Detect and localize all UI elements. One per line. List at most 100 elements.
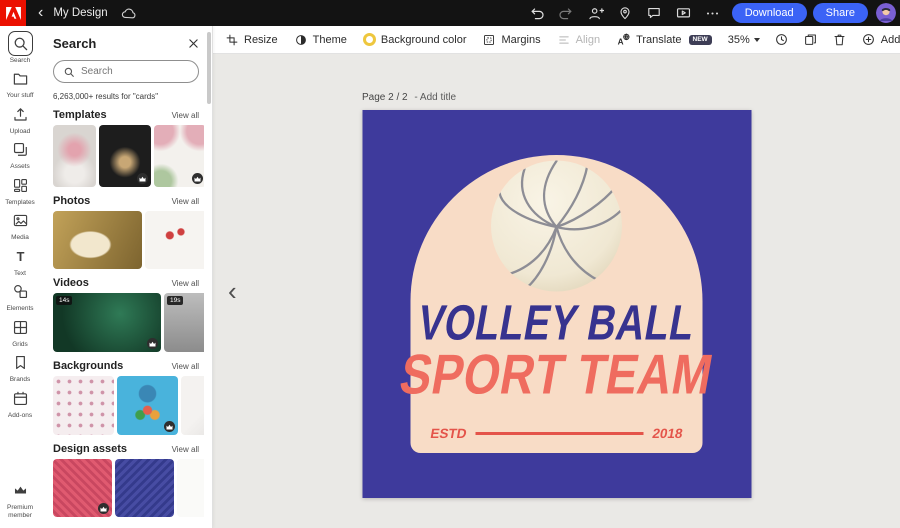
volleyball-illustration[interactable] — [488, 156, 626, 294]
invite-people-icon — [589, 7, 604, 19]
ellipsis-icon — [706, 11, 718, 15]
rail-item-templates[interactable]: Templates — [1, 173, 39, 206]
plus-circle-icon — [862, 34, 874, 45]
rail-item-add-ons[interactable]: Add-ons — [1, 386, 39, 419]
section-title: Templates — [53, 109, 107, 121]
color-swatch-icon — [362, 33, 376, 46]
design-title-line1[interactable]: VOLLEY BALL — [362, 294, 751, 350]
premium-badge — [147, 338, 158, 349]
layers-button[interactable] — [803, 32, 818, 47]
view-all-design-assets[interactable]: View all — [172, 445, 199, 454]
design-page[interactable]: VOLLEY BALL SPORT TEAM ESTD 2018 — [362, 110, 751, 498]
section-backgrounds: Backgrounds View all — [53, 360, 204, 435]
clock-icon — [775, 34, 787, 45]
search-panel: Search 6,263,000+ results for "cards" Te… — [40, 26, 213, 528]
translate-button[interactable]: A Translate NEW — [616, 32, 712, 47]
add-page-button[interactable]: Add — [861, 32, 900, 47]
elements-shapes-icon — [13, 285, 27, 299]
rail-item-elements[interactable]: Elements — [1, 279, 39, 312]
view-all-templates[interactable]: View all — [172, 111, 199, 120]
rail-item-your-stuff[interactable]: Your stuff — [1, 66, 39, 99]
photo-thumbnail[interactable] — [145, 211, 204, 269]
design-title-line2[interactable]: SPORT TEAM — [362, 344, 751, 407]
video-thumbnail[interactable]: 14s — [53, 293, 161, 352]
chevron-down-icon — [753, 37, 760, 42]
present-button[interactable] — [675, 5, 692, 22]
pin-button[interactable] — [617, 5, 633, 21]
delete-page-button[interactable] — [832, 32, 847, 47]
results-count: 6,263,000+ results for "cards" — [53, 92, 159, 101]
year-label: 2018 — [651, 426, 684, 441]
canvas-area[interactable]: ‹ Page 2 / 2 - Add title VOLLEY BALL SPO… — [213, 54, 900, 528]
photo-thumbnail[interactable] — [53, 211, 142, 269]
adobe-logo[interactable] — [0, 0, 26, 26]
trash-icon — [834, 34, 845, 46]
redo-button[interactable] — [558, 5, 574, 21]
rail-item-text[interactable]: T Text — [1, 244, 39, 277]
assets-stack-icon — [13, 143, 27, 157]
search-box — [53, 60, 199, 83]
view-all-backgrounds[interactable]: View all — [172, 362, 199, 371]
section-templates: Templates View all — [53, 109, 204, 187]
video-thumbnail[interactable]: 19s — [164, 293, 204, 352]
rail-item-media[interactable]: Media — [1, 208, 39, 241]
previous-page-button[interactable]: ‹ — [228, 278, 237, 304]
resize-button[interactable]: Resize — [225, 33, 278, 47]
add-people-button[interactable] — [587, 5, 604, 22]
rail-item-grids[interactable]: Grids — [1, 315, 39, 348]
history-button[interactable] — [774, 32, 789, 47]
estd-row[interactable]: ESTD 2018 — [429, 426, 684, 441]
page-title-hint[interactable]: - Add title — [414, 92, 456, 103]
present-play-icon — [676, 7, 690, 17]
rail-item-brands[interactable]: Brands — [1, 350, 39, 383]
search-input[interactable] — [81, 66, 189, 77]
document-title[interactable]: My Design — [53, 7, 107, 19]
section-title: Photos — [53, 195, 91, 207]
theme-button[interactable]: Theme — [294, 33, 347, 47]
account-avatar[interactable] — [876, 3, 896, 23]
rail-item-search[interactable]: Search — [1, 31, 39, 64]
background-thumbnail[interactable] — [117, 376, 178, 435]
background-color-button[interactable]: Background color — [362, 33, 466, 46]
margins-button[interactable]: Margins — [482, 33, 541, 47]
estd-line — [475, 432, 644, 435]
video-duration-badge: 19s — [167, 296, 184, 305]
design-asset-thumbnail[interactable] — [53, 459, 112, 517]
view-all-videos[interactable]: View all — [172, 279, 199, 288]
template-thumbnail[interactable] — [154, 125, 204, 187]
rail-item-assets[interactable]: Assets — [1, 137, 39, 170]
more-options-button[interactable] — [705, 6, 720, 21]
close-panel-button[interactable] — [187, 37, 200, 50]
share-button[interactable]: Share — [812, 3, 868, 23]
design-asset-thumbnail[interactable] — [177, 459, 204, 517]
page-indicator: Page 2 / 2 - Add title — [362, 92, 751, 103]
design-asset-thumbnail[interactable] — [115, 459, 174, 517]
align-button[interactable]: Align — [557, 33, 600, 47]
rail-item-premium-member[interactable]: Premium member — [1, 478, 39, 519]
zoom-control[interactable]: 35% — [728, 34, 760, 46]
cloud-sync-button[interactable] — [120, 5, 136, 21]
background-thumbnail[interactable] — [181, 376, 204, 435]
upload-icon — [13, 108, 27, 121]
panel-scrollbar[interactable] — [207, 32, 211, 104]
page-number: Page 2 / 2 — [362, 92, 408, 103]
download-button[interactable]: Download — [731, 3, 807, 23]
undo-button[interactable] — [529, 5, 545, 21]
adobe-mark-icon — [5, 6, 21, 20]
comments-button[interactable] — [646, 5, 662, 21]
folder-icon — [13, 74, 27, 86]
section-videos: Videos View all 14s 19s — [53, 277, 204, 352]
back-button[interactable]: ‹ — [38, 5, 43, 21]
app-window: ‹ My Design Download Share Search Your s… — [0, 0, 900, 528]
template-thumbnail[interactable] — [53, 125, 96, 187]
editor-toolbar: Resize Theme Background color Margins Al… — [213, 26, 900, 54]
premium-badge — [164, 421, 175, 432]
media-image-icon — [13, 215, 27, 227]
template-thumbnail[interactable] — [99, 125, 151, 187]
background-thumbnail[interactable] — [53, 376, 114, 435]
crown-icon — [194, 176, 201, 181]
avatar-image — [876, 3, 896, 23]
rail-item-upload[interactable]: Upload — [1, 102, 39, 135]
brands-bookmark-icon — [15, 356, 25, 370]
view-all-photos[interactable]: View all — [172, 197, 199, 206]
